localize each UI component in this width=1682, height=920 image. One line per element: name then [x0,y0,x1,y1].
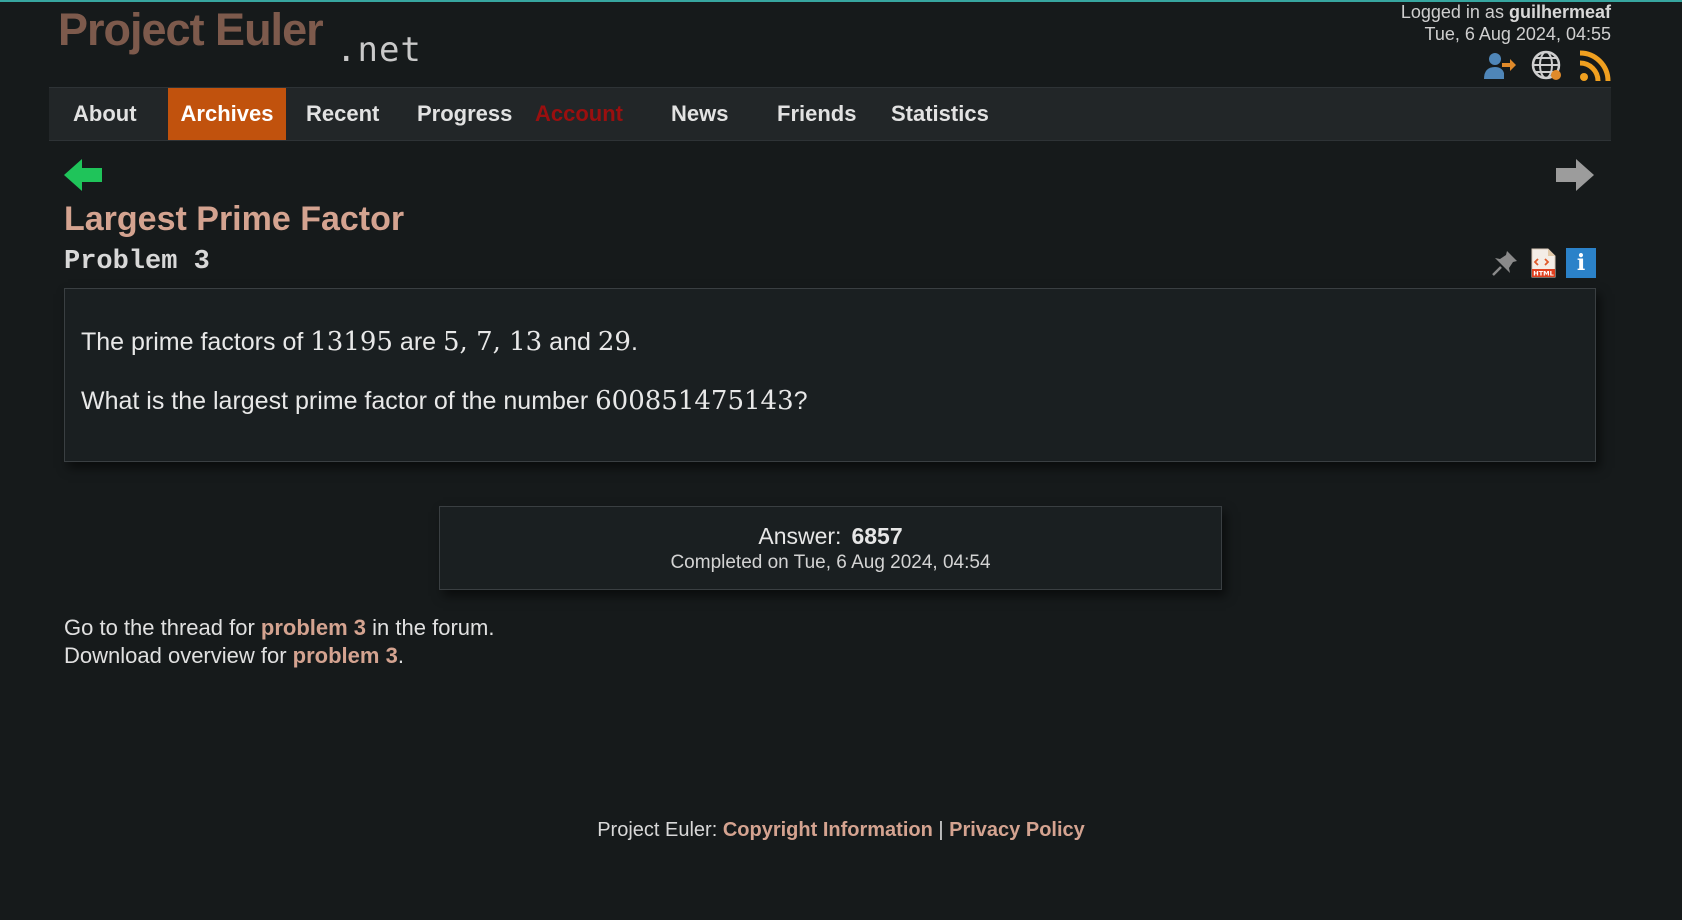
next-problem-arrow-icon[interactable] [1554,157,1596,193]
logo-suffix: .net [336,30,422,70]
forum-thread-link[interactable]: problem 3 [261,615,366,640]
site-logo[interactable]: Project Euler .net [58,2,438,70]
nav-progress[interactable]: Progress [405,88,524,140]
math-29: 29 [597,327,631,357]
nav-friends[interactable]: Friends [765,88,868,140]
nav-recent[interactable]: Recent [294,88,391,140]
forum-links: Go to the thread for problem 3 in the fo… [64,614,494,670]
nav-news[interactable]: News [659,88,740,140]
footer-separator: | [932,819,950,841]
top-icon-bar [1482,49,1612,83]
problem-statement-line-1: The prime factors of 13195 are 5, 7, 13 … [81,327,638,357]
nav-archives[interactable]: Archives [168,88,286,140]
forum-thread-line: Go to the thread for problem 3 in the fo… [64,615,495,640]
svg-text:HTML: HTML [1533,270,1553,278]
download-overview-link[interactable]: problem 3 [293,643,398,668]
pin-icon[interactable] [1490,248,1520,278]
nav-account[interactable]: Account [523,88,635,140]
logo-text: Project Euler [58,4,324,55]
user-info: Logged in as guilhermeaf Tue, 6 Aug 2024… [1401,1,1611,45]
info-icon[interactable]: i [1566,248,1596,278]
math-factors: 5, 7, 13 [443,327,543,357]
math-target-number: 600851475143 [595,386,794,416]
previous-problem-arrow-icon[interactable] [62,157,104,193]
footer: Project Euler: Copyright Information | P… [0,819,1682,842]
problem-number: Problem 3 [64,247,210,277]
html-file-icon[interactable]: HTML [1528,248,1558,278]
copyright-link[interactable]: Copyright Information [723,819,933,841]
current-datetime: Tue, 6 Aug 2024, 04:55 [1424,24,1612,44]
answer-value: 6857 [851,523,903,549]
main-nav: About Archives Recent Progress Account N… [49,87,1611,141]
rss-icon[interactable] [1578,49,1612,83]
math-13195: 13195 [310,327,393,357]
account-switch-icon[interactable] [1482,49,1516,83]
nav-statistics[interactable]: Statistics [879,88,1001,140]
language-globe-icon[interactable] [1530,49,1564,83]
logged-in-prefix: Logged in as [1400,2,1504,22]
problem-title: Largest Prime Factor [64,200,405,238]
download-overview-line: Download overview for problem 3. [64,643,404,668]
completed-date: Completed on Tue, 6 Aug 2024, 04:54 [670,552,991,573]
problem-icon-bar: HTML i [1490,248,1596,278]
username[interactable]: guilhermeaf [1509,2,1611,22]
footer-prefix: Project Euler: [597,819,723,841]
answer-line: Answer: 6857 [440,523,1221,550]
nav-about[interactable]: About [61,88,149,140]
problem-statement-line-2: What is the largest prime factor of the … [81,386,808,416]
answer-box: Answer: 6857 Completed on Tue, 6 Aug 2024… [439,506,1222,590]
problem-content: The prime factors of 13195 are 5, 7, 13 … [64,288,1596,462]
answer-label: Answer: [758,523,842,549]
privacy-policy-link[interactable]: Privacy Policy [949,819,1085,841]
